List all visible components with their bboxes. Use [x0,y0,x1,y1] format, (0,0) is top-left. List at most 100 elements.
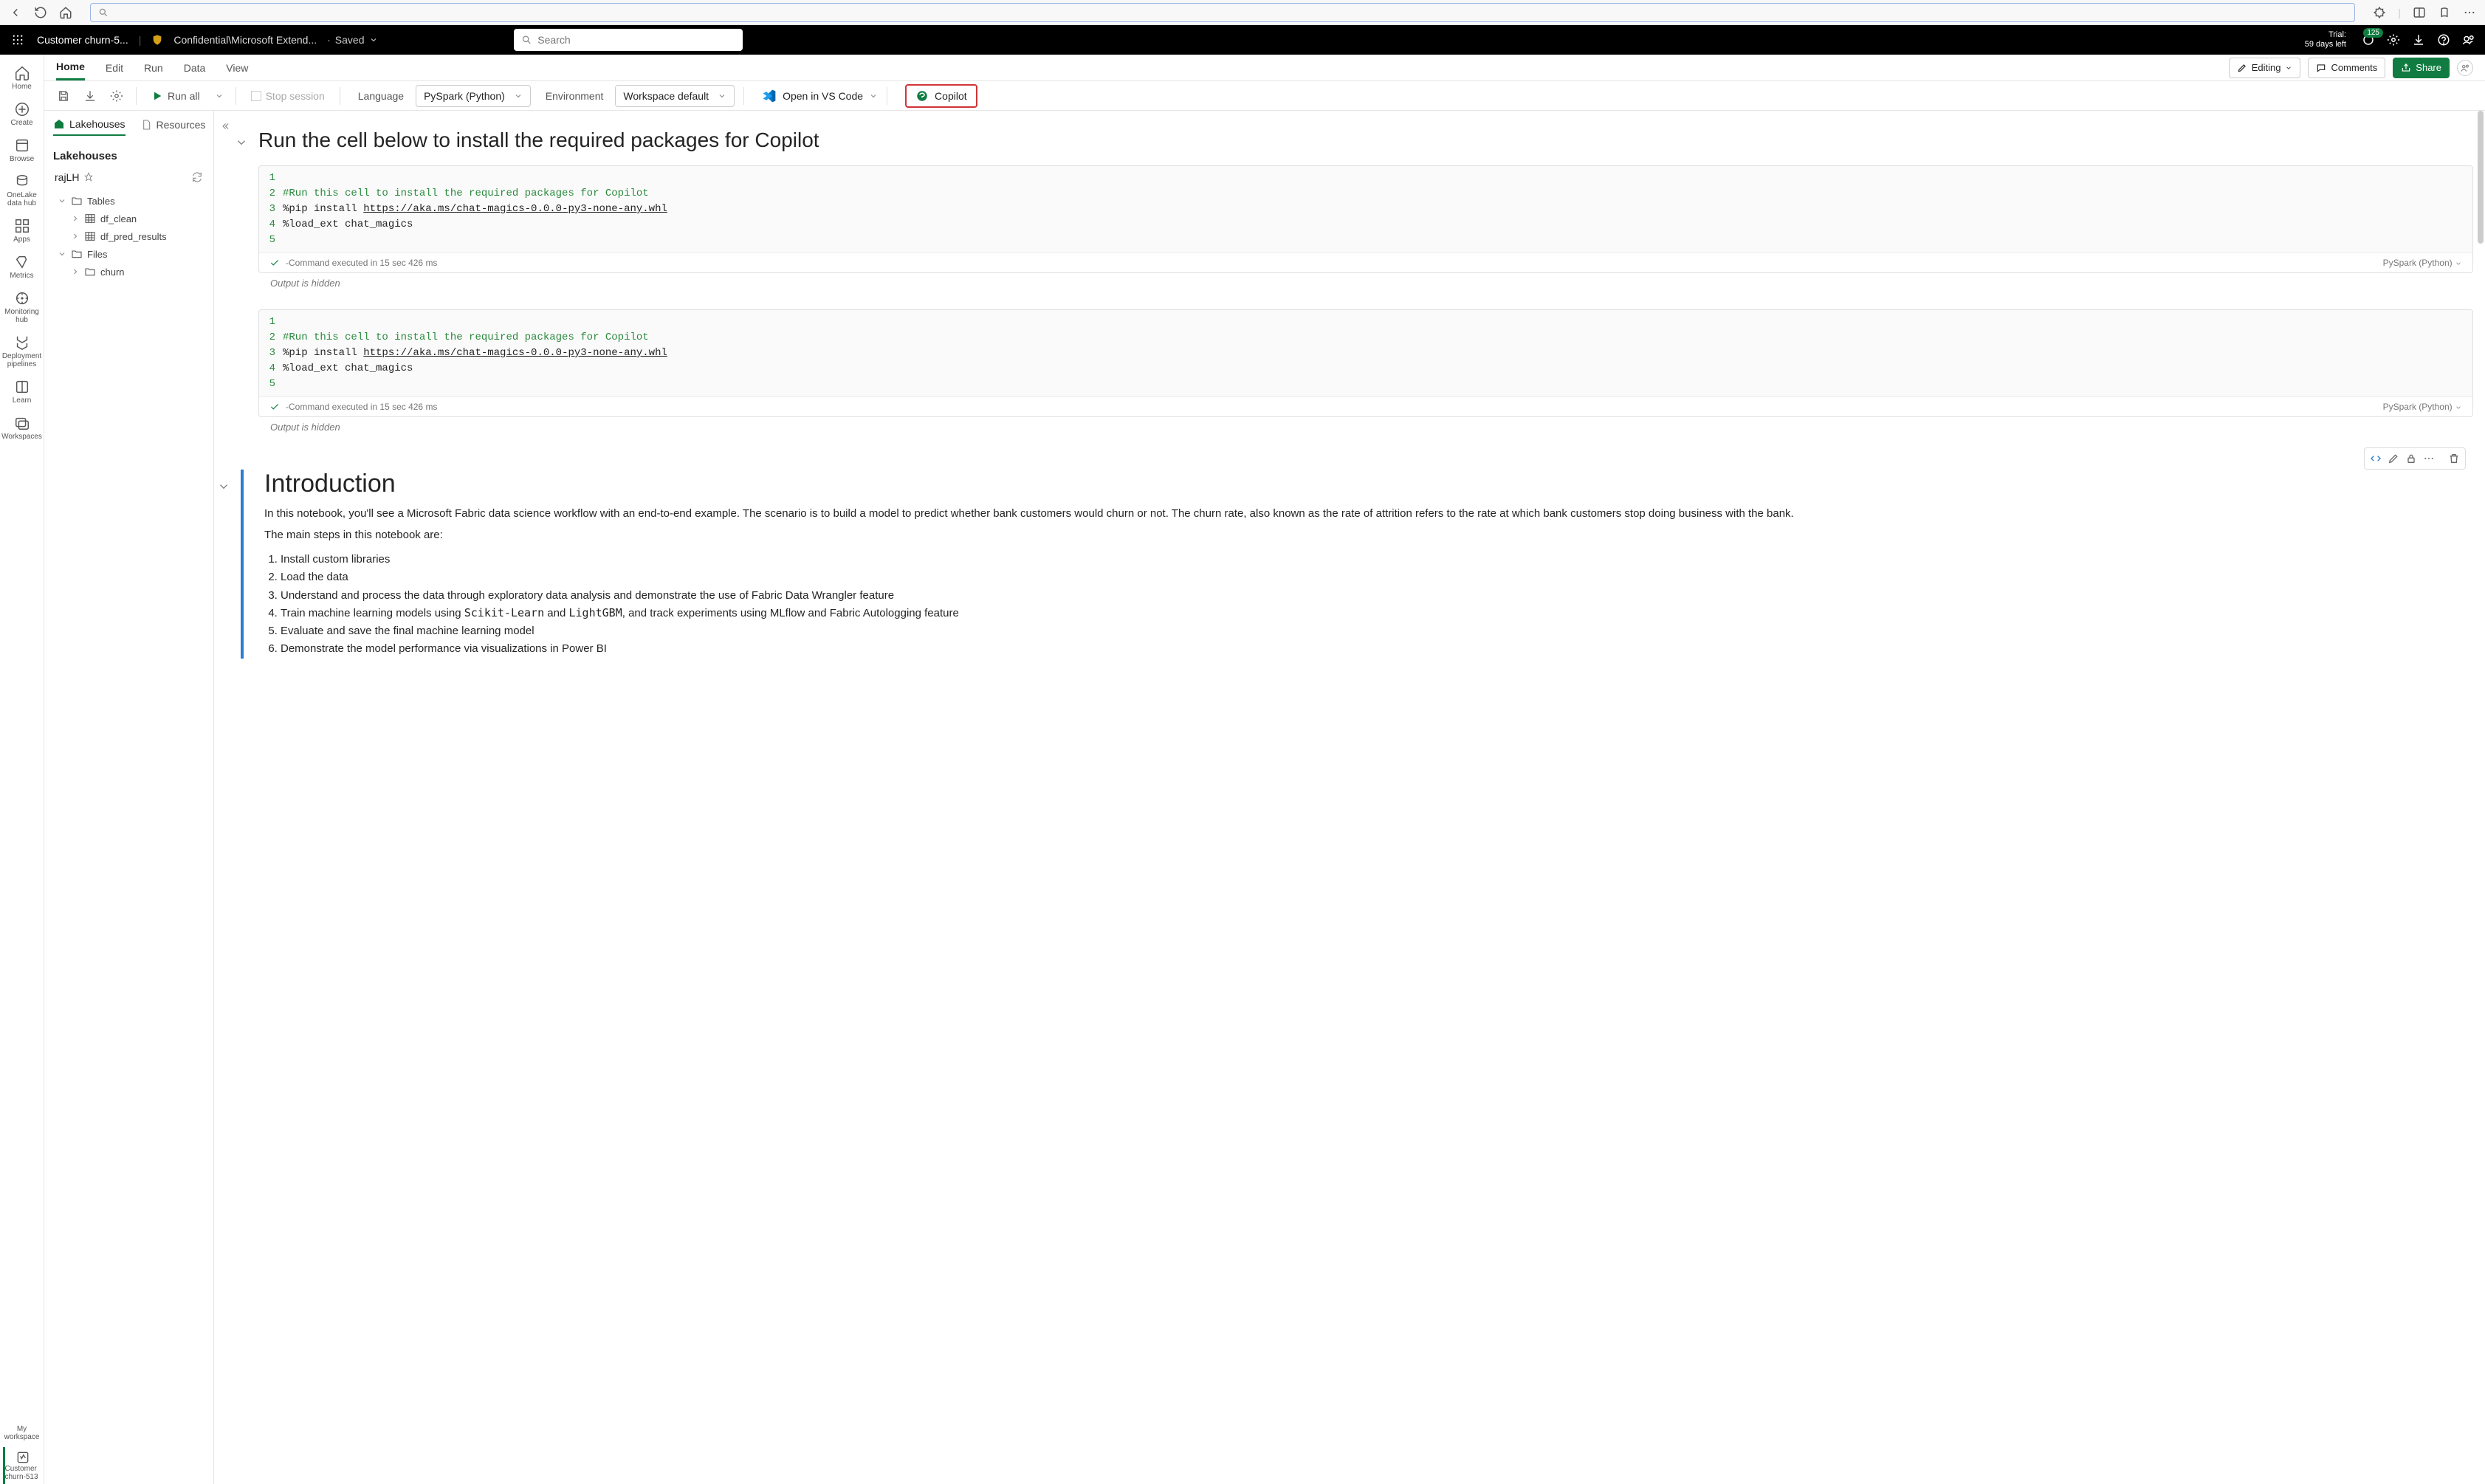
rail-onelake[interactable]: OneLake data hub [1,169,43,212]
section-title: Run the cell below to install the requir… [258,128,819,152]
download-icon[interactable] [80,86,100,106]
convert-code-icon[interactable] [2368,450,2384,467]
rail-learn[interactable]: Learn [1,374,43,409]
rail-apps[interactable]: Apps [1,213,43,248]
save-icon[interactable] [53,86,74,106]
chevron-down-icon [718,92,726,100]
download-icon[interactable] [2411,32,2426,47]
trial-status: Trial: 59 days left [2305,30,2346,49]
save-state[interactable]: · Saved [327,34,377,46]
run-all-dropdown[interactable] [212,92,227,100]
back-icon[interactable] [9,6,22,19]
intro-steps-lead: The main steps in this notebook are: [264,527,2473,544]
code-cell[interactable]: 1 2#Run this cell to install the require… [258,165,2473,273]
code-editor[interactable]: 1 2#Run this cell to install the require… [259,310,2472,396]
rail-deployment[interactable]: Deployment pipelines [1,330,43,373]
editing-mode-button[interactable]: Editing [2229,58,2301,78]
ribbon-tabs: Home Edit Run Data View Editing Comments… [44,55,2485,81]
sensitivity-label[interactable]: Confidential\Microsoft Extend... [173,34,317,46]
tab-edit[interactable]: Edit [106,56,123,80]
copilot-icon [915,89,929,103]
more-icon[interactable] [2463,6,2476,19]
rail-customer-churn[interactable]: Customer churn-513 [3,1447,41,1484]
rail-home[interactable]: Home [1,61,43,95]
collections-icon[interactable] [2438,6,2451,19]
notebook-canvas[interactable]: Run the cell below to install the requir… [214,111,2485,1484]
cell-action-bar [2364,447,2466,470]
cell-language[interactable]: PySpark (Python) [2383,402,2462,412]
collapse-section-icon[interactable] [235,136,248,149]
global-search[interactable] [514,29,743,51]
home-icon[interactable] [59,6,72,19]
trial-days: 59 days left [2305,40,2346,49]
refresh-icon[interactable] [34,6,47,19]
app-header: Customer churn-5... | Confidential\Micro… [0,25,2485,55]
output-hidden[interactable]: Output is hidden [270,278,2473,289]
notifications-icon[interactable]: 125 [2361,32,2376,47]
explorer-panel: Lakehouses Resources Lakehouses rajLH [44,111,214,1484]
more-icon[interactable] [2421,450,2437,467]
tree-table-df-pred[interactable]: df_pred_results [50,227,207,245]
language-dropdown[interactable]: PySpark (Python) [416,85,531,107]
list-item: Understand and process the data through … [281,587,2473,604]
main-layout: Home Create Browse OneLake data hub Apps… [0,55,2485,1484]
cell-status-bar: -Command executed in 15 sec 426 ms PySpa… [259,253,2472,272]
doc-title[interactable]: Customer churn-5... [37,34,128,46]
explorer-tab-lakehouses[interactable]: Lakehouses [53,118,126,136]
output-hidden[interactable]: Output is hidden [270,422,2473,433]
sync-icon[interactable] [191,171,203,183]
split-icon[interactable] [2413,6,2426,19]
tab-home[interactable]: Home [56,55,85,80]
stop-session-button[interactable]: Stop session [245,90,331,102]
rail-create[interactable]: Create [1,97,43,131]
tab-run[interactable]: Run [144,56,163,80]
feedback-icon[interactable] [2461,32,2476,47]
exec-status: -Command executed in 15 sec 426 ms [286,258,437,268]
folder-icon [84,266,96,278]
app-launcher-icon[interactable] [9,31,27,49]
table-icon [84,213,96,224]
collapse-section-icon[interactable] [217,480,230,493]
cell-language[interactable]: PySpark (Python) [2383,258,2462,268]
rail-my-workspace[interactable]: My workspace [1,1421,43,1446]
comments-button[interactable]: Comments [2308,58,2385,78]
intro-title: Introduction [264,470,2473,498]
copilot-button[interactable]: Copilot [905,84,977,108]
vscode-icon [762,89,777,103]
tree-file-churn[interactable]: churn [50,263,207,281]
list-item: Demonstrate the model performance via vi… [281,640,2473,657]
search-input[interactable] [537,34,735,46]
open-vscode-button[interactable]: Open in VS Code [762,89,878,103]
environment-dropdown[interactable]: Workspace default [615,85,735,107]
lock-icon[interactable] [2403,450,2419,467]
rail-monitoring[interactable]: Monitoring hub [1,286,43,329]
run-all-button[interactable]: Run all [145,87,206,105]
settings-icon[interactable] [106,86,127,106]
chevron-down-icon [58,250,66,258]
delete-icon[interactable] [2446,450,2462,467]
explorer-tab-resources[interactable]: Resources [140,119,206,135]
tree-table-df-clean[interactable]: df_clean [50,210,207,227]
url-bar[interactable] [90,3,2355,22]
scrollbar[interactable] [2478,111,2484,244]
tab-data[interactable]: Data [184,56,206,80]
folder-icon [71,248,83,260]
tree-files[interactable]: Files [50,245,207,263]
edit-icon[interactable] [2385,450,2402,467]
help-icon[interactable] [2436,32,2451,47]
lakehouse-row[interactable]: rajLH [44,165,213,189]
rail-workspaces[interactable]: Workspaces [1,410,43,445]
search-icon [98,7,109,18]
share-button[interactable]: Share [2393,58,2450,78]
rail-metrics[interactable]: Metrics [1,250,43,284]
extensions-icon[interactable] [2373,6,2386,19]
tab-view[interactable]: View [226,56,248,80]
tree-tables[interactable]: Tables [50,192,207,210]
rail-browse[interactable]: Browse [1,133,43,168]
presence-icon[interactable] [2457,60,2473,76]
settings-icon[interactable] [2386,32,2401,47]
code-editor[interactable]: 1 2#Run this cell to install the require… [259,166,2472,253]
pin-icon[interactable] [83,172,94,182]
markdown-cell[interactable]: Introduction In this notebook, you'll se… [235,470,2473,659]
code-cell[interactable]: 1 2#Run this cell to install the require… [258,309,2473,417]
